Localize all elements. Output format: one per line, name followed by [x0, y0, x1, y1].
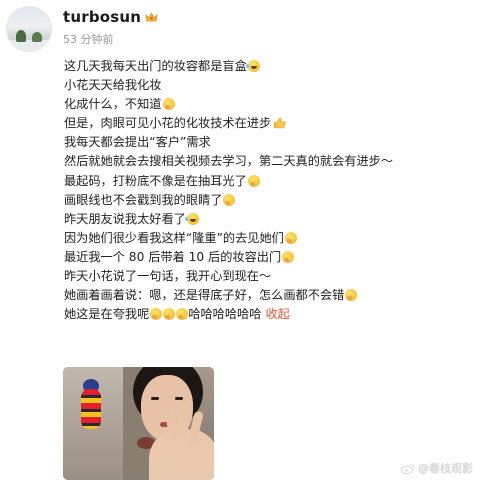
thinking-emoji: [162, 98, 175, 111]
laughing-tears-emoji: [184, 212, 199, 225]
thinking-emoji: [247, 174, 260, 187]
thinking-emoji: [223, 193, 236, 206]
post-line: 最起码，打粉底不像是在抽耳光了: [64, 172, 474, 191]
collapse-link[interactable]: 收起: [265, 307, 289, 321]
thinking-emoji: [176, 308, 189, 321]
post-content: 这几天我每天出门的妆容都是盲盒 小花天天给我化妆 化成什么，不知道 但是，肉眼可…: [64, 57, 474, 324]
thinking-emoji: [345, 289, 358, 302]
post-timestamp: 53 分钟前: [63, 33, 114, 46]
post-line: 我每天都会提出“客户”需求: [64, 135, 211, 150]
post-line: 化成什么，不知道: [64, 95, 474, 114]
post-line: 她这是在夸我呢 哈哈哈哈哈哈 收起: [64, 307, 290, 322]
avatar[interactable]: [6, 6, 52, 52]
thumbs-up-emoji: [274, 117, 286, 129]
post-photo[interactable]: [63, 367, 214, 480]
watermark: @春枝观影: [401, 460, 473, 476]
weibo-logo-icon: [401, 463, 415, 474]
crown-icon: [145, 12, 158, 22]
watermark-text: @春枝观影: [418, 462, 473, 475]
user-meta: turbosun 53 分钟前: [63, 8, 158, 47]
laugh-suffix: 哈哈哈哈哈哈: [188, 307, 262, 322]
post-line: 画眼线也不会戳到我的眼睛了: [64, 191, 474, 210]
thinking-emoji: [163, 308, 176, 321]
post-header: turbosun 53 分钟前: [6, 6, 158, 52]
post-line: 然后就她就会去搜相关视频去学习，第二天真的就会有进步～: [64, 154, 394, 169]
thinking-emoji: [284, 231, 297, 244]
username[interactable]: turbosun: [63, 8, 141, 26]
post-line: 昨天朋友说我太好看了: [64, 210, 474, 229]
post-line: 因为她们很少看我这样“隆重”的去见她们: [64, 229, 474, 248]
post-line: 最近我一个 80 后带着 10 后的妆容出门: [64, 248, 474, 267]
thinking-emoji: [282, 250, 295, 263]
username-row: turbosun: [63, 8, 158, 26]
post-line: 她画着画着说：嗯，还是得底子好，怎么画都不会错: [64, 286, 474, 305]
post-line: 小花天天给我化妆: [64, 78, 162, 93]
laughing-tears-emoji: [245, 60, 260, 72]
post-line: 但是，肉眼可见小花的化妆技术在进步: [64, 114, 474, 133]
weibo-post: turbosun 53 分钟前 这几天我每天出门的妆容都是盲盒 小花天天给我化妆…: [0, 0, 481, 485]
post-line: 昨天小花说了一句话，我开心到现在～: [64, 269, 272, 284]
post-line: 这几天我每天出门的妆容都是盲盒: [64, 57, 474, 76]
thinking-emoji: [150, 308, 163, 321]
